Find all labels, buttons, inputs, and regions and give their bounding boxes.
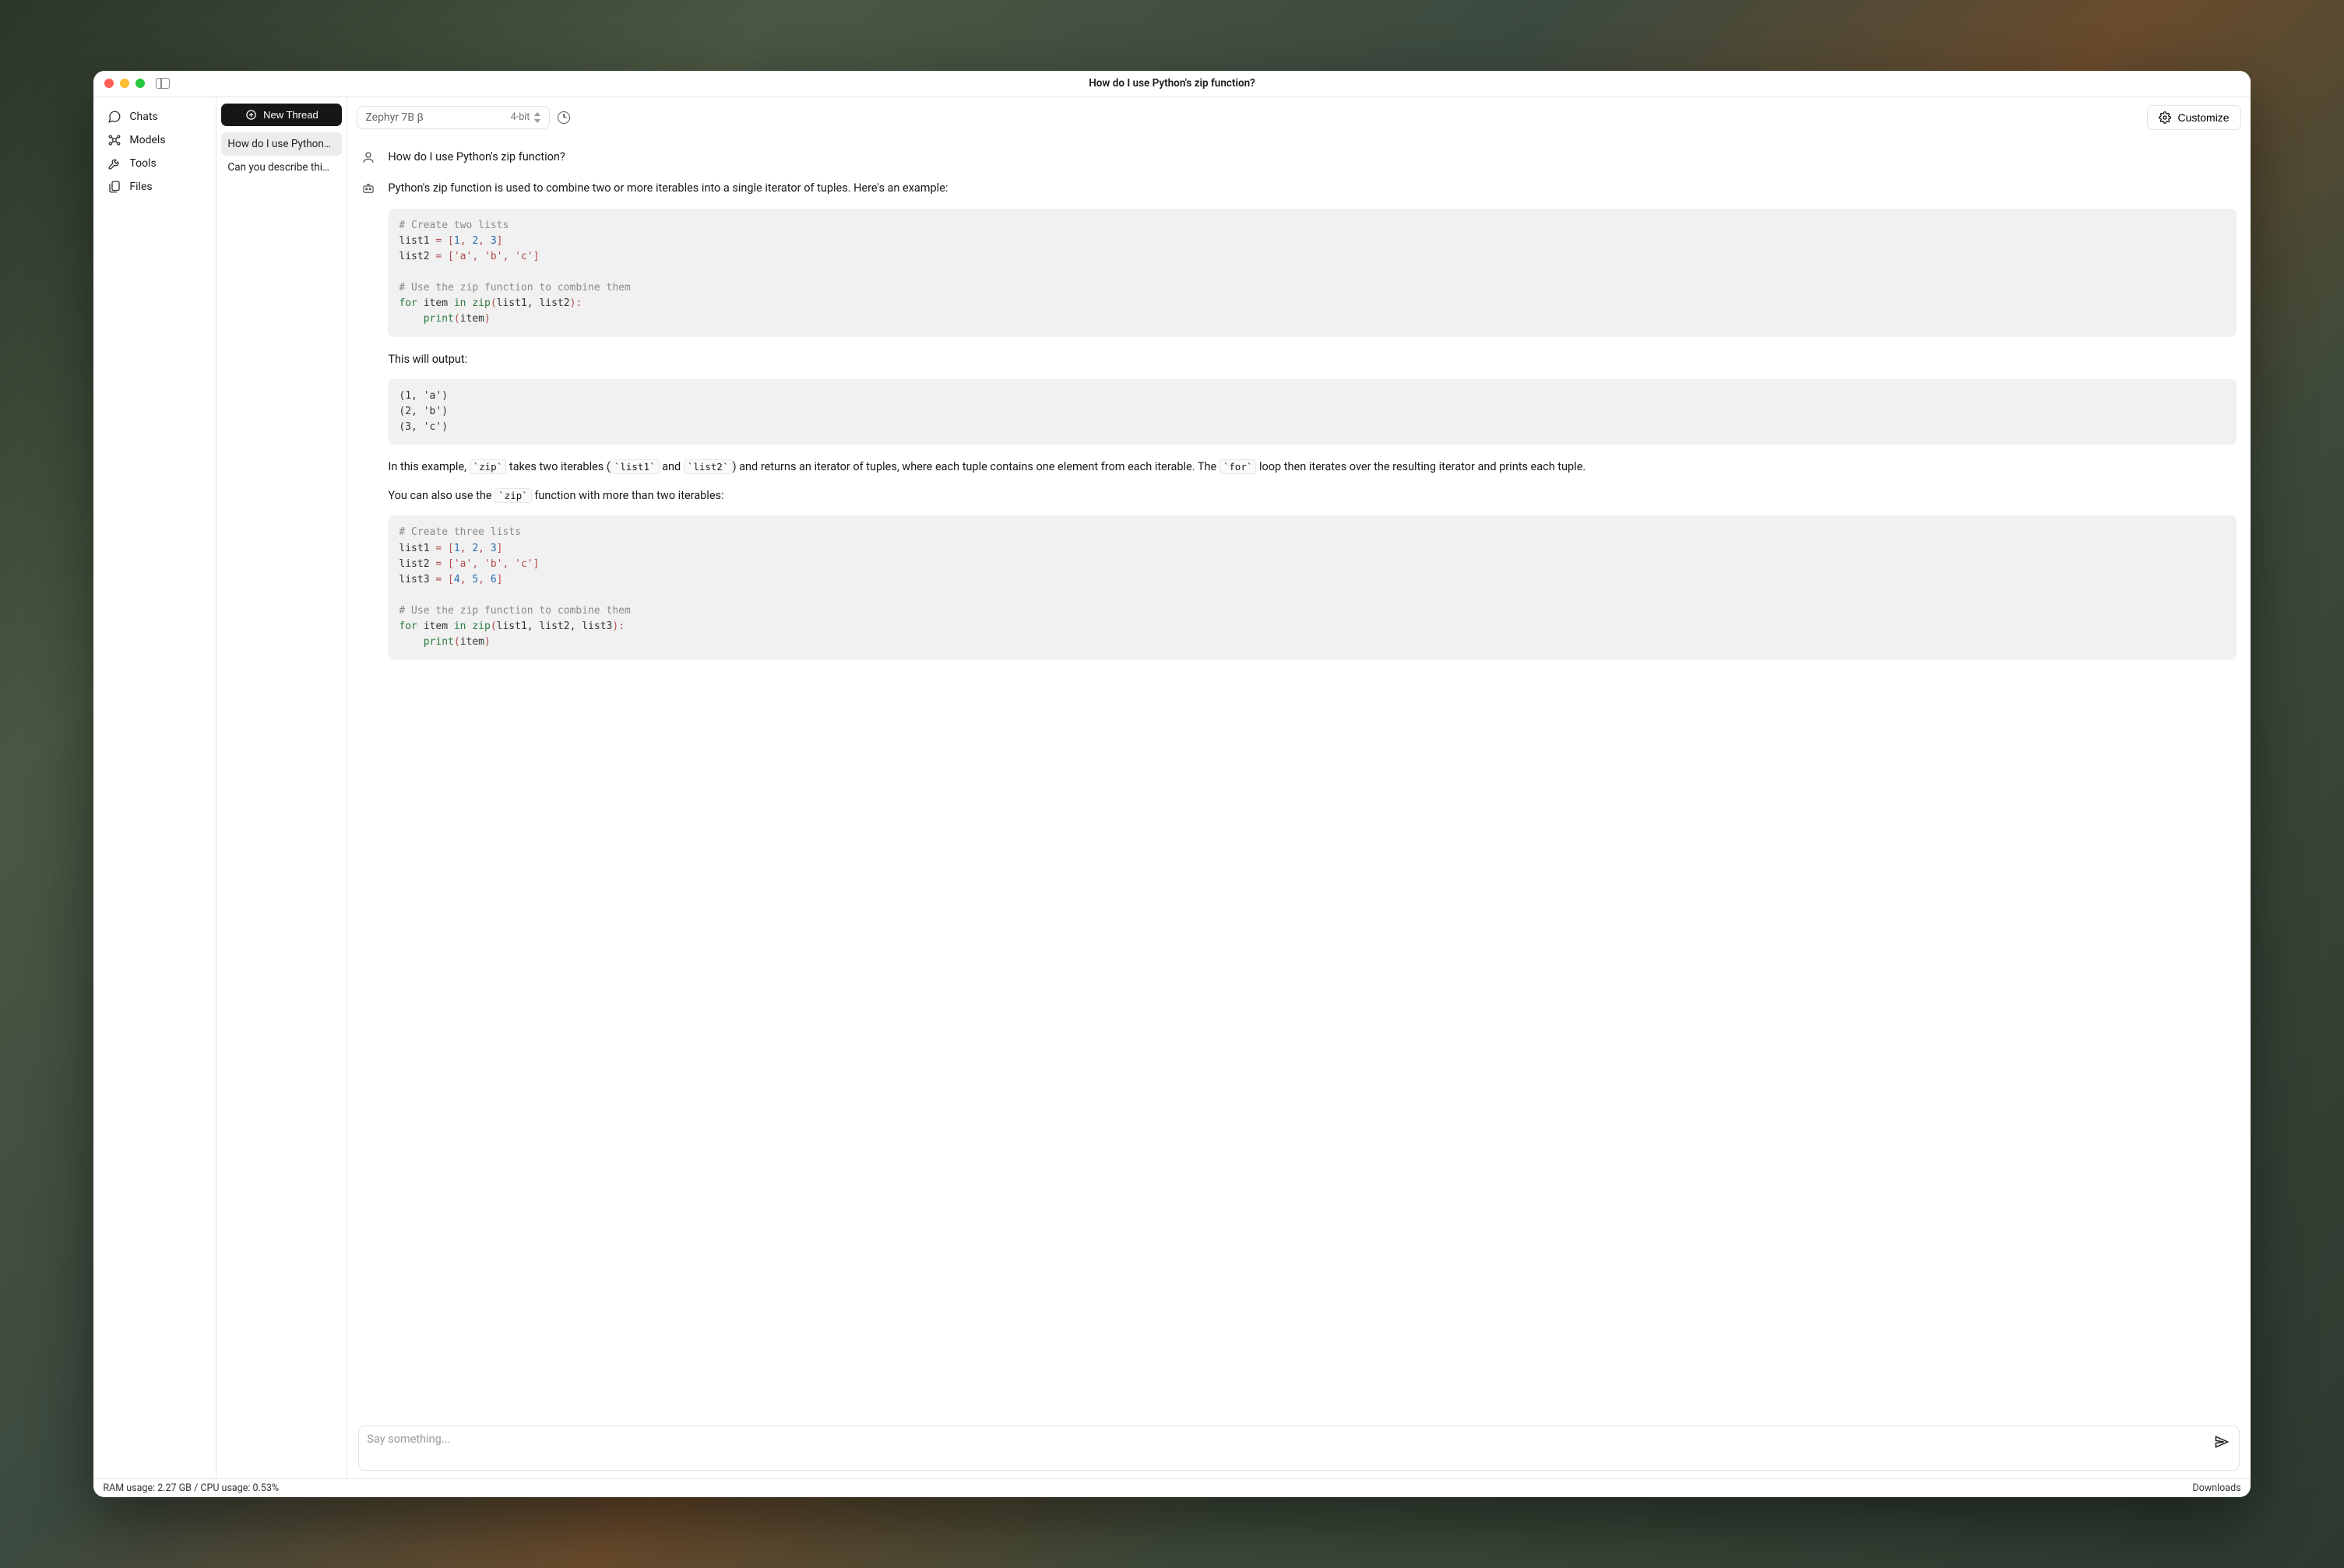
- nav-label-chats: Chats: [129, 111, 157, 123]
- window-title: How do I use Python's zip function?: [93, 77, 2250, 90]
- new-thread-button[interactable]: New Thread: [221, 104, 342, 126]
- chat-icon: [107, 110, 121, 124]
- title-bar: How do I use Python's zip function?: [93, 71, 2250, 97]
- inline-code-for: `for`: [1220, 459, 1257, 474]
- model-bits: 4-bit: [511, 111, 542, 123]
- user-message-text: How do I use Python's zip function?: [388, 149, 2236, 166]
- inline-code-zip-2: `zip`: [494, 488, 532, 503]
- stepper-icon: [534, 112, 541, 123]
- chat-toolbar: Zephyr 7B β 4-bit Customize: [347, 97, 2250, 138]
- assistant-message-body: Python's zip function is used to combine…: [388, 180, 2236, 673]
- nav-label-files: Files: [129, 181, 152, 193]
- explain-paragraph: In this example, `zip` takes two iterabl…: [388, 459, 2236, 476]
- send-icon: [2214, 1434, 2230, 1450]
- more-paragraph: You can also use the `zip` function with…: [388, 487, 2236, 505]
- primary-nav: Chats Models Tools Files: [93, 97, 216, 1479]
- new-thread-label: New Thread: [263, 109, 319, 121]
- inline-code-list2: `list2`: [684, 459, 733, 474]
- nav-label-tools: Tools: [129, 157, 156, 170]
- gear-icon: [2159, 111, 2171, 124]
- chat-scroll[interactable]: How do I use Python's zip function? Pyth…: [347, 138, 2250, 1426]
- window-controls: [93, 79, 145, 88]
- minimize-window-button[interactable]: [120, 79, 129, 88]
- code-block-1: # Create two lists list1 = [1, 2, 3] lis…: [388, 209, 2236, 337]
- composer: [358, 1426, 2239, 1471]
- nav-item-tools[interactable]: Tools: [100, 152, 209, 175]
- thread-sidebar: New Thread How do I use Python… Can you …: [216, 97, 347, 1479]
- models-icon: [107, 133, 121, 147]
- thread-item[interactable]: Can you describe thi…: [221, 156, 342, 179]
- nav-item-models[interactable]: Models: [100, 128, 209, 152]
- code-block-2: # Create three lists list1 = [1, 2, 3] l…: [388, 515, 2236, 659]
- history-icon[interactable]: [558, 111, 570, 124]
- output-label: This will output:: [388, 351, 2236, 368]
- nav-item-chats[interactable]: Chats: [100, 105, 209, 128]
- fullscreen-window-button[interactable]: [136, 79, 145, 88]
- output-block: (1, 'a') (2, 'b') (3, 'c'): [388, 379, 2236, 445]
- inline-code-list1: `list1`: [611, 459, 660, 474]
- customize-button[interactable]: Customize: [2147, 105, 2240, 130]
- message-assistant: Python's zip function is used to combine…: [361, 180, 2236, 673]
- nav-item-files[interactable]: Files: [100, 175, 209, 199]
- nav-label-models: Models: [129, 134, 165, 146]
- plus-circle-icon: [245, 109, 257, 121]
- close-window-button[interactable]: [104, 79, 114, 88]
- thread-list: How do I use Python… Can you describe th…: [221, 132, 342, 179]
- model-name: Zephyr 7B β: [365, 111, 423, 124]
- sidebar-toggle-icon[interactable]: [156, 78, 170, 89]
- model-selector[interactable]: Zephyr 7B β 4-bit: [357, 106, 550, 129]
- composer-wrap: [347, 1426, 2250, 1478]
- customize-label: Customize: [2177, 111, 2229, 124]
- composer-input[interactable]: [367, 1433, 2212, 1464]
- tools-icon: [107, 156, 121, 171]
- main-columns: Chats Models Tools Files: [93, 97, 2250, 1479]
- send-button[interactable]: [2212, 1433, 2231, 1451]
- user-icon: [361, 150, 377, 164]
- assistant-intro: Python's zip function is used to combine…: [388, 180, 2236, 197]
- status-downloads[interactable]: Downloads: [2192, 1482, 2240, 1494]
- inline-code-zip: `zip`: [470, 459, 507, 474]
- status-usage: RAM usage: 2.27 GB / CPU usage: 0.53%: [103, 1482, 279, 1494]
- status-bar: RAM usage: 2.27 GB / CPU usage: 0.53% Do…: [93, 1478, 2250, 1497]
- app-window: How do I use Python's zip function? Chat…: [93, 71, 2250, 1498]
- bot-icon: [361, 181, 377, 195]
- files-icon: [107, 180, 121, 194]
- message-user: How do I use Python's zip function?: [361, 149, 2236, 166]
- main-panel: Zephyr 7B β 4-bit Customize: [347, 97, 2250, 1479]
- thread-item[interactable]: How do I use Python…: [221, 132, 342, 156]
